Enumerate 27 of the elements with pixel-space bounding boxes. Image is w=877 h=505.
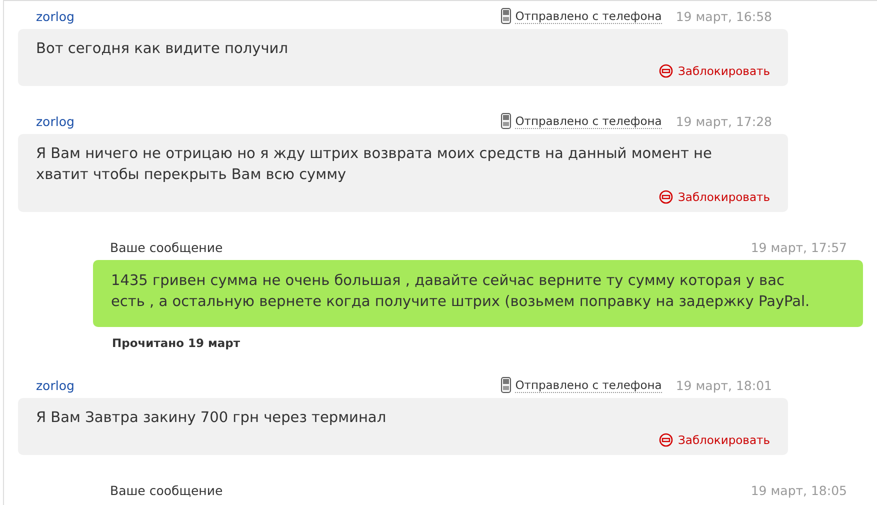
sent-from-phone-label: Отправлено с телефона [515,378,662,392]
message-text: Я Вам Завтра закину 700 грн через терминал [36,409,388,428]
block-link[interactable]: Заблокировать [659,190,770,204]
block-icon [659,433,674,447]
sent-from-phone-label: Отправлено с телефона [515,114,662,128]
block-link[interactable]: Заблокировать [659,64,770,78]
phone-icon [501,377,512,393]
message-time: 19 март, 18:05 [750,482,847,498]
message-text: Вот сегодня как видите получил [36,40,289,59]
phone-icon [501,113,512,129]
message-time: 19 март, 18:01 [676,378,772,392]
author-link[interactable]: zorlog [36,378,74,392]
sent-from-phone-label: Отправлено с телефона [515,8,662,24]
block-icon [659,190,674,204]
message-text: 1435 гривен сумма не очень большая , давайте сейчас верните ту сумму которая у вас есть , а остальную вернете когда получите штрих (возьмем поправку на задержку PayPal. [111,272,811,312]
block-icon [659,64,674,78]
read-status: Прочитано 19 март [112,336,242,350]
message-time: 19 март, 16:58 [676,8,772,24]
phone-icon [501,8,512,24]
block-link[interactable]: Заблокировать [659,433,770,447]
message-time: 19 март, 17:28 [676,114,772,128]
own-message-label: Ваше сообщение [110,482,223,498]
message-time: 19 март, 17:57 [750,240,847,254]
own-message-label: Ваше сообщение [110,240,223,254]
author-link[interactable]: zorlog [36,8,74,24]
author-link[interactable]: zorlog [36,114,74,128]
message-text: Я Вам ничего не отрицаю но я жду штрих возврата моих средств на данный момент не хватит чтобы перекрыть Вам всю сумму [36,145,713,185]
